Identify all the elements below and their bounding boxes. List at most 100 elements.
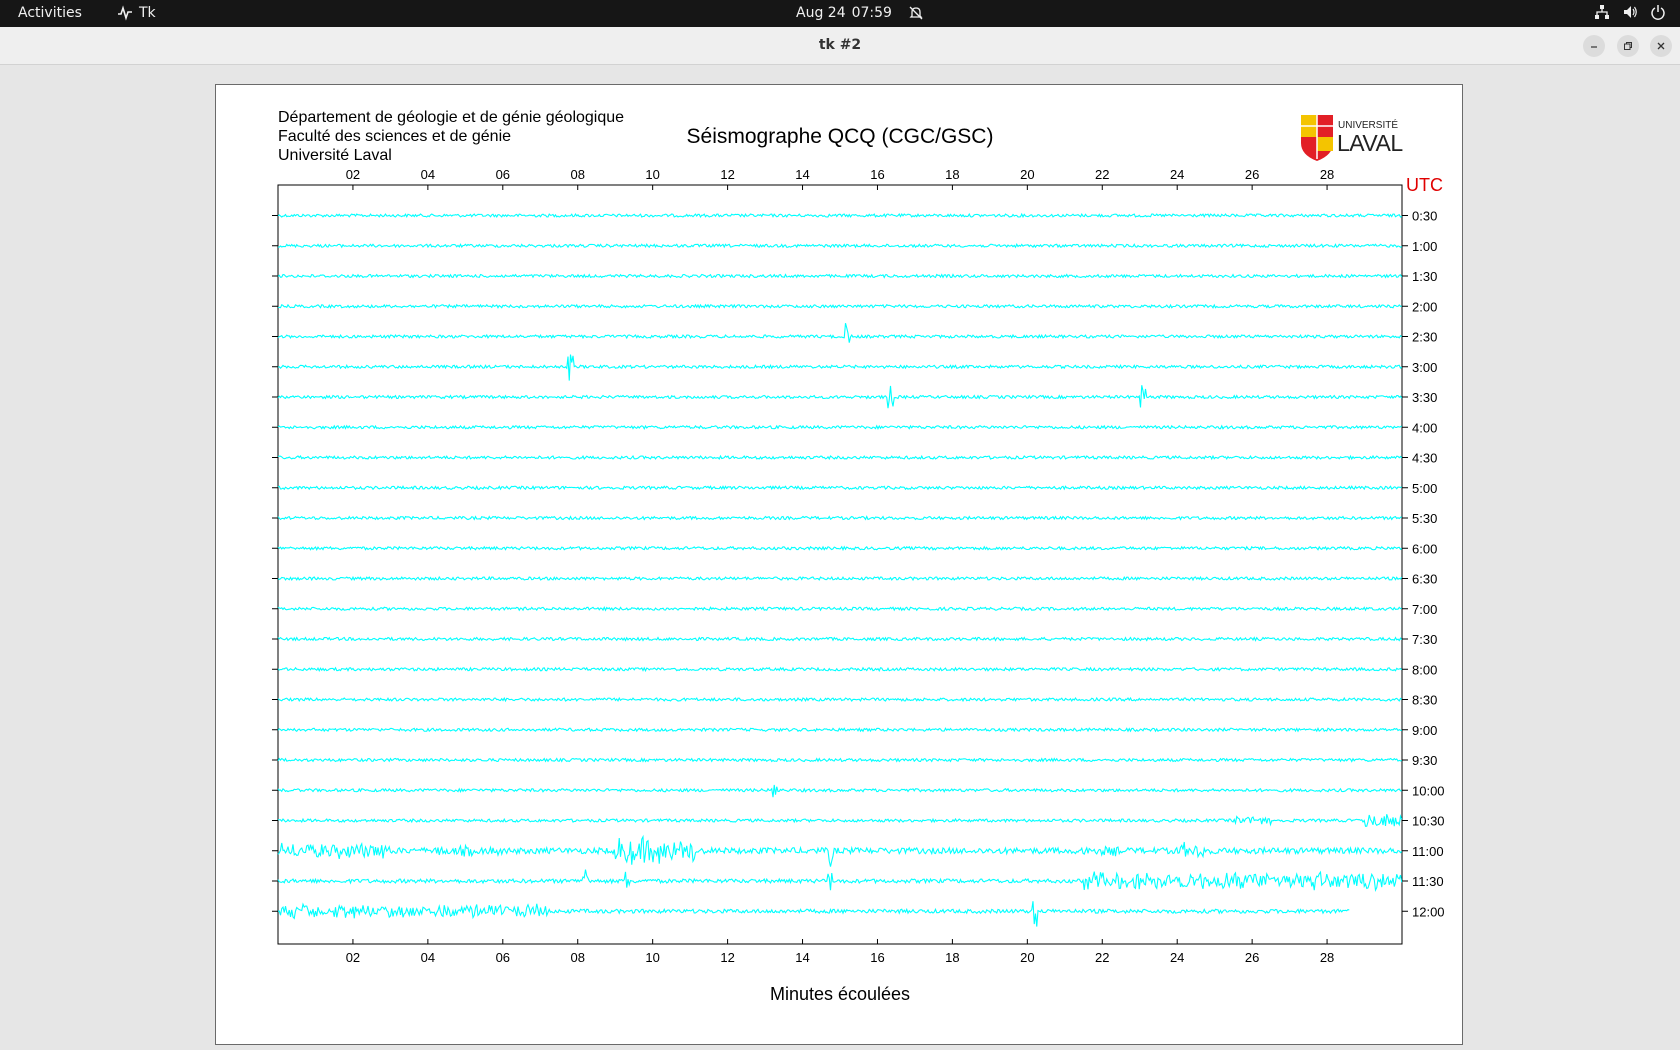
- x-tick-label-top: 06: [496, 167, 510, 182]
- system-top-bar: Activities Tk Aug 24 07:59: [0, 0, 1680, 27]
- window-titlebar[interactable]: tk #2: [0, 27, 1680, 65]
- plot-frame: [277, 184, 1403, 945]
- x-tick-label-top: 22: [1095, 167, 1109, 182]
- trace-2-00: [277, 303, 1402, 309]
- trace-1-00: [277, 243, 1403, 249]
- trace-9-00: [277, 727, 1402, 733]
- trace-10-00: [277, 784, 1402, 798]
- x-axis-label: Minutes écoulées: [770, 984, 910, 1004]
- trace-11-00: [277, 834, 1403, 867]
- trace-7-30: [277, 636, 1403, 642]
- system-tray[interactable]: [1594, 4, 1666, 20]
- volume-icon[interactable]: [1622, 4, 1638, 20]
- trace-4-30: [277, 454, 1403, 461]
- y-tick-label: 11:30: [1412, 874, 1444, 889]
- x-tick-label-top: 26: [1245, 167, 1259, 182]
- x-tick-label-bottom: 08: [570, 950, 584, 965]
- y-tick-label: 12:00: [1412, 904, 1445, 919]
- x-tick-label-bottom: 04: [421, 950, 435, 965]
- x-tick-label-top: 10: [645, 167, 659, 182]
- trace-6-00: [277, 545, 1403, 552]
- tk-app-icon: [118, 5, 132, 21]
- trace-8-30: [277, 696, 1403, 703]
- y-tick-label: 8:30: [1412, 693, 1437, 708]
- y-tick-label: 5:00: [1412, 481, 1437, 496]
- seismograph-plot: Département de géologie et de génie géol…: [272, 109, 1445, 1004]
- y-tick-label: 0:30: [1412, 209, 1437, 224]
- x-tick-label-top: 04: [421, 167, 435, 182]
- app-name: Tk: [139, 5, 156, 21]
- y-tick-label: 4:00: [1412, 420, 1437, 435]
- clock-date: Aug 24: [796, 5, 846, 21]
- seismic-traces: [277, 212, 1403, 927]
- trace-8-00: [277, 666, 1403, 673]
- plot-title: Séismographe QCQ (CGC/GSC): [687, 125, 994, 148]
- trace-2-30: [277, 322, 1403, 343]
- x-tick-label-top: 02: [346, 167, 360, 182]
- trace-5-00: [277, 485, 1402, 491]
- power-icon[interactable]: [1650, 4, 1666, 20]
- clock[interactable]: Aug 24 07:59: [796, 5, 924, 21]
- minimize-icon: [1591, 46, 1597, 48]
- logo-laval: LAVAL: [1337, 130, 1403, 156]
- x-tick-label-bottom: 22: [1095, 950, 1109, 965]
- clock-time: 07:59: [851, 5, 892, 21]
- y-tick-label: 6:00: [1412, 541, 1437, 556]
- universite-laval-logo: UNIVERSITÉ LAVAL: [1301, 115, 1404, 161]
- x-tick-label-bottom: 02: [346, 950, 360, 965]
- trace-0-30: [277, 212, 1403, 219]
- x-tick-label-bottom: 20: [1020, 950, 1034, 965]
- y-tick-label: 6:30: [1412, 572, 1437, 587]
- y-tick-label: 10:00: [1412, 783, 1445, 798]
- restore-icon: [1624, 42, 1632, 50]
- seismograph-canvas: Département de géologie et de génie géol…: [215, 84, 1463, 1045]
- notifications-off-icon: [909, 6, 923, 20]
- x-tick-label-top: 16: [870, 167, 884, 182]
- header-line-1: Département de géologie et de génie géol…: [278, 109, 624, 126]
- trace-4-00: [277, 424, 1403, 430]
- x-tick-label-top: 12: [720, 167, 734, 182]
- trace-3-30: [277, 385, 1403, 409]
- x-tick-label-bottom: 10: [645, 950, 659, 965]
- x-tick-label-top: 24: [1170, 167, 1184, 182]
- trace-11-30: [277, 869, 1403, 892]
- header-line-2: Faculté des sciences et de génie: [278, 128, 511, 145]
- trace-1-30: [277, 273, 1403, 279]
- x-tick-label-top: 28: [1320, 167, 1334, 182]
- x-tick-label-bottom: 14: [795, 950, 809, 965]
- x-tick-label-bottom: 12: [720, 950, 734, 965]
- trace-9-30: [277, 757, 1402, 763]
- y-tick-label: 2:30: [1412, 330, 1437, 345]
- y-tick-label: 9:30: [1412, 753, 1437, 768]
- app-menu[interactable]: Tk: [117, 5, 156, 21]
- trace-12-00: [277, 901, 1350, 927]
- minimize-button[interactable]: [1583, 35, 1605, 57]
- x-axis-bottom: 02 04 06 08 10 12 14 16 18 20 22 24 26 28: [346, 939, 1334, 965]
- x-tick-label-top: 20: [1020, 167, 1034, 182]
- header-text: Département de géologie et de génie géol…: [278, 109, 624, 164]
- y-tick-label: 7:30: [1412, 632, 1437, 647]
- x-tick-label-bottom: 18: [945, 950, 959, 965]
- window-title: tk #2: [818, 37, 862, 53]
- y-tick-label: 10:30: [1412, 814, 1445, 829]
- x-tick-label-top: 14: [795, 167, 809, 182]
- network-icon[interactable]: [1594, 4, 1610, 20]
- y-tick-label: 5:30: [1412, 511, 1437, 526]
- y-tick-label: 7:00: [1412, 602, 1437, 617]
- y-tick-label: 9:00: [1412, 723, 1437, 738]
- x-tick-label-bottom: 26: [1245, 950, 1259, 965]
- close-icon: [1657, 42, 1665, 50]
- x-tick-label-bottom: 16: [870, 950, 884, 965]
- x-tick-label-bottom: 24: [1170, 950, 1184, 965]
- trace-10-30: [277, 814, 1403, 827]
- trace-3-00: [277, 354, 1403, 381]
- y-tick-label: 8:00: [1412, 662, 1437, 677]
- activities-button[interactable]: Activities: [18, 5, 82, 21]
- y-tick-label: 4:30: [1412, 451, 1437, 466]
- y-axis-utc: 0:30 1:00 1:30 2:00 2:30 3:00 3:30 4:00 4:30 5:00…: [272, 209, 1445, 919]
- close-button[interactable]: [1650, 35, 1672, 57]
- restore-button[interactable]: [1617, 35, 1639, 57]
- y-tick-label: 1:30: [1412, 269, 1437, 284]
- y-tick-label: 3:00: [1412, 360, 1437, 375]
- x-tick-label-top: 08: [570, 167, 584, 182]
